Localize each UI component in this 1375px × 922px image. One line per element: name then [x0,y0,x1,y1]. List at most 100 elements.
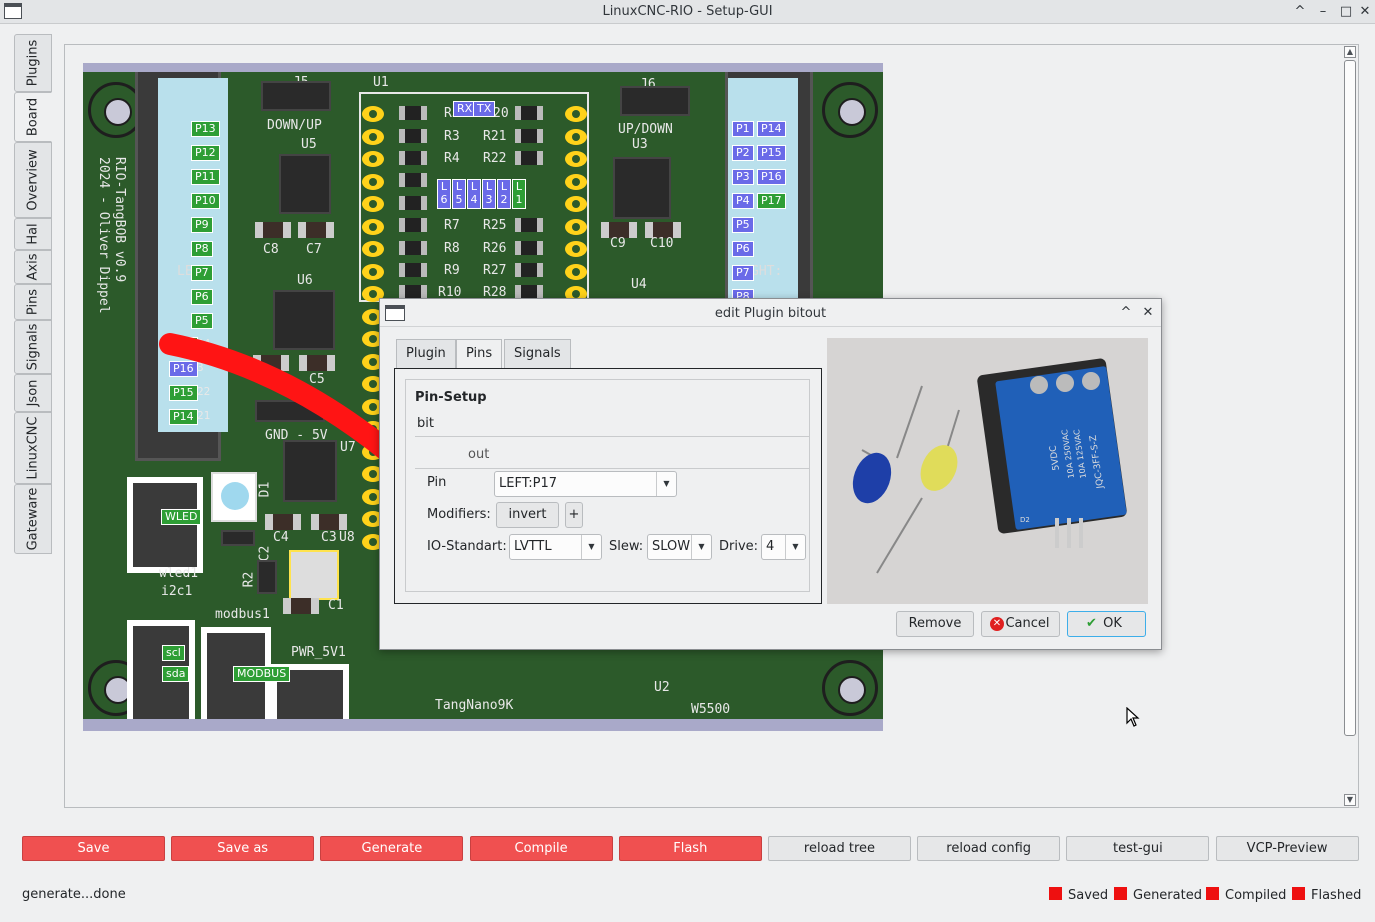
led-badge[interactable]: L3 [482,179,496,209]
pin-badge-right[interactable]: P17 [757,193,786,209]
dialog-maximize-icon[interactable]: ^ [1116,303,1136,323]
pin-badge-left[interactable]: P9 [191,217,213,233]
cancel-button[interactable]: ✕ Cancel [981,611,1060,637]
led-badge[interactable]: L1 [512,179,526,209]
silk-u3: U3 [632,137,648,152]
test-gui-button[interactable]: test-gui [1066,836,1210,861]
jumper-j5 [261,81,331,111]
led-badge[interactable]: L2 [497,179,511,209]
led-badge-text: L [455,180,463,193]
sda-badge[interactable]: sda [162,666,190,682]
led-badge[interactable]: L4 [467,179,481,209]
ok-button[interactable]: ✔ OK [1067,611,1146,637]
pin-badge-right[interactable]: P7 [732,265,754,281]
maximize-icon[interactable]: □ [1336,2,1356,22]
pin-badge-right[interactable]: P1 [732,121,754,137]
pin-badge-left[interactable]: P7 [191,265,213,281]
pin-badge-left[interactable]: P11 [191,169,220,185]
cap-c1 [283,598,319,614]
silk-c3: C3 [321,530,337,545]
tab-pins[interactable]: Pins [14,284,52,320]
tab-signals[interactable]: Signals [14,320,52,374]
drive-select[interactable]: 4 ▼ [761,534,806,560]
resistor [399,218,427,232]
generate-button[interactable]: Generate [320,836,464,861]
led-badge-text: 5 [455,193,463,206]
save-as-button[interactable]: Save as [171,836,315,861]
status-indicator-saved: Saved [1049,887,1108,903]
tab-json-label: Json [25,379,41,407]
pin-badge-left[interactable]: P12 [191,145,220,161]
pin-badge-left[interactable]: P6 [191,289,213,305]
reload-config-button[interactable]: reload config [917,836,1061,861]
remove-button[interactable]: Remove [896,611,974,637]
relay-text-d2: D2 [1020,516,1030,524]
add-modifier-button[interactable]: + [565,502,583,528]
slew-select[interactable]: SLOW ▼ [647,534,712,560]
pin-badge-right[interactable]: P6 [732,241,754,257]
pin-setup-group: Pin-Setup bit out Pin LEFT:P17 ▼ Modifie… [405,379,810,592]
resistor [515,218,543,232]
silk-c10: C10 [650,236,674,251]
vertical-scrollbar[interactable]: ▲ ▼ [1343,46,1357,806]
save-button[interactable]: Save [22,836,165,861]
tab-linuxcnc[interactable]: LinuxCNC [14,412,52,484]
close-icon[interactable]: ✕ [1355,2,1375,22]
pin-badge-right[interactable]: P15 [757,145,786,161]
chip-u5 [279,154,331,214]
pin-badge-left[interactable]: P8 [191,241,213,257]
maximize-up-icon[interactable]: ^ [1290,2,1310,22]
scl-badge[interactable]: scl [162,645,185,661]
tab-gateware[interactable]: Gateware [14,484,52,554]
pin-name: bit [417,416,434,431]
vcp-preview-button[interactable]: VCP-Preview [1215,836,1359,861]
dialog-close-icon[interactable]: ✕ [1138,303,1158,323]
pin-badge-right[interactable]: P2 [732,145,754,161]
scroll-up-icon[interactable]: ▲ [1344,46,1356,58]
flash-button[interactable]: Flash [618,836,762,861]
tab-hal[interactable]: Hal [14,218,52,250]
tab-plugins[interactable]: Plugins [14,34,52,92]
tab-json[interactable]: Json [14,374,52,412]
pin-select[interactable]: LEFT:P17 ▼ [494,471,677,497]
tab-plugin[interactable]: Plugin [396,339,456,369]
pin-badge-right[interactable]: P4 [732,193,754,209]
pin-label: Pin [427,475,447,490]
pin-badge-left[interactable]: P13 [191,121,220,137]
tab-linuxcnc-label: LinuxCNC [25,416,41,480]
status-square-icon [1292,887,1305,900]
header-pad [362,106,384,122]
status-indicator-label: Compiled [1225,888,1287,903]
silk-ght: GHT: [751,264,783,279]
silk-r20: 20 [493,106,509,121]
io-standard-value: LVTTL [514,539,552,554]
board-name: RIO-TangBOB v0.9 [112,157,127,283]
check-icon: ✔ [1086,616,1097,631]
pin-badge-left[interactable]: P10 [191,193,220,209]
scroll-down-icon[interactable]: ▼ [1344,794,1356,806]
reload-tree-button[interactable]: reload tree [768,836,911,861]
header-pad [565,241,587,257]
tab-signals-dialog[interactable]: Signals [504,339,571,369]
invert-modifier-button[interactable]: invert [496,502,559,528]
pin-badge-right[interactable]: P16 [757,169,786,185]
tab-overview[interactable]: Overview [14,142,52,218]
tx-badge[interactable]: TX [473,101,496,117]
scrollbar-thumb[interactable] [1344,60,1356,736]
header-pad [362,196,384,212]
compile-button[interactable]: Compile [469,836,613,861]
io-standard-select[interactable]: LVTTL ▼ [509,534,602,560]
drive-label: Drive: [719,539,759,554]
pin-badge-right[interactable]: P5 [732,217,754,233]
tab-axis[interactable]: Axis [14,250,52,284]
minimize-icon[interactable]: – [1313,2,1333,22]
silk-u8: U8 [339,530,355,545]
modbus-badge[interactable]: MODBUS [233,666,291,682]
tab-board[interactable]: Board [14,92,52,142]
led-badge[interactable]: L6 [437,179,451,209]
tab-pins-dialog[interactable]: Pins [456,339,503,369]
chevron-down-icon: ▼ [785,535,805,559]
led-badge[interactable]: L5 [452,179,466,209]
pin-badge-right[interactable]: P3 [732,169,754,185]
pin-badge-right[interactable]: P14 [757,121,786,137]
